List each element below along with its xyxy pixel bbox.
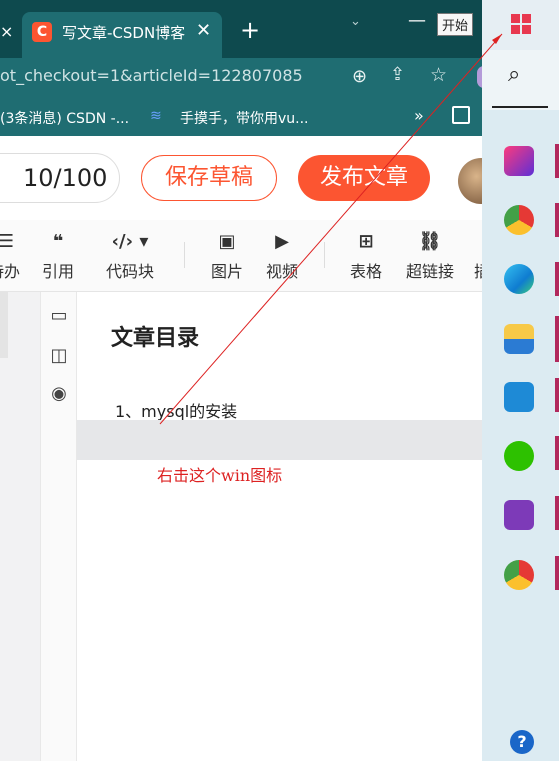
- arrow-line: [159, 33, 503, 425]
- screenshot-root: × C 写文章-CSDN博客 ✕ + ⌄ — ot_checkout=1&art…: [0, 0, 559, 761]
- annotation-arrow: [159, 33, 503, 425]
- arrow-head: [492, 34, 502, 44]
